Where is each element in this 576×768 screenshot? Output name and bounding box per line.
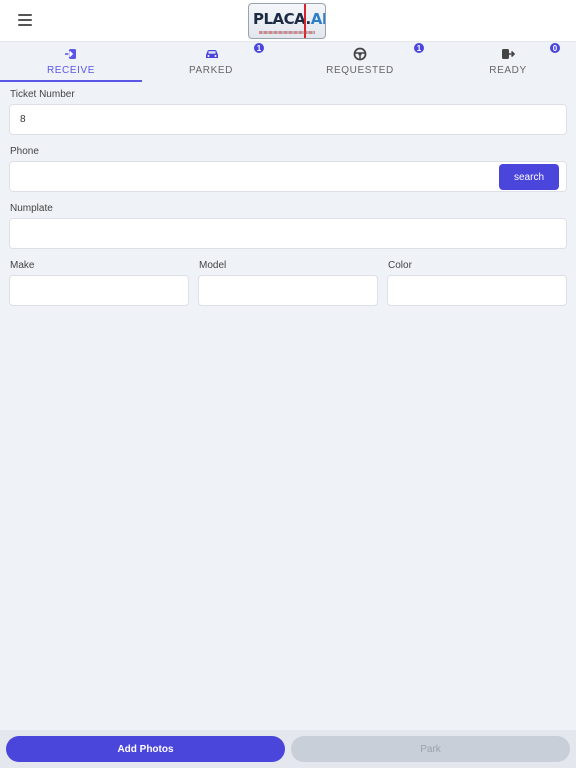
park-button[interactable]: Park (291, 736, 570, 762)
numplate-label: Numplate (10, 203, 53, 214)
logo-text-main: PLACA. (253, 10, 311, 28)
color-label: Color (388, 260, 412, 271)
make-label: Make (10, 260, 35, 271)
numplate-input[interactable] (9, 218, 567, 249)
hamburger-menu-icon[interactable] (18, 14, 32, 26)
bottom-action-bar: Add Photos Park (0, 730, 576, 768)
add-photos-button[interactable]: Add Photos (6, 736, 285, 762)
tab-parked-label: PARKED (189, 65, 233, 76)
phone-label: Phone (10, 146, 39, 157)
ticket-number-input[interactable] (9, 104, 567, 135)
top-bar: PLACA.AI (0, 0, 576, 42)
model-input[interactable] (198, 275, 378, 306)
tab-receive[interactable]: RECEIVE (0, 42, 142, 82)
tab-requested-label: REQUESTED (326, 65, 394, 76)
placa-ai-logo: PLACA.AI (248, 3, 326, 39)
car-icon (204, 47, 218, 61)
color-input[interactable] (387, 275, 567, 306)
status-tabs: RECEIVE PARKED 1 REQUESTED 1 READY 0 (0, 42, 576, 82)
sign-out-icon (501, 47, 516, 61)
steering-wheel-icon (353, 47, 367, 61)
make-input[interactable] (9, 275, 189, 306)
tab-ready-label: READY (489, 65, 527, 76)
sign-in-icon (64, 47, 78, 61)
tab-receive-label: RECEIVE (46, 65, 96, 76)
search-button[interactable]: search (499, 164, 559, 190)
model-label: Model (199, 260, 227, 271)
logo-text-accent: AI (310, 10, 326, 28)
ticket-number-label: Ticket Number (10, 89, 75, 100)
requested-count-badge: 1 (413, 42, 425, 54)
phone-input[interactable] (9, 161, 567, 192)
parked-count-badge: 1 (253, 42, 265, 54)
ready-count-badge: 0 (549, 42, 561, 54)
